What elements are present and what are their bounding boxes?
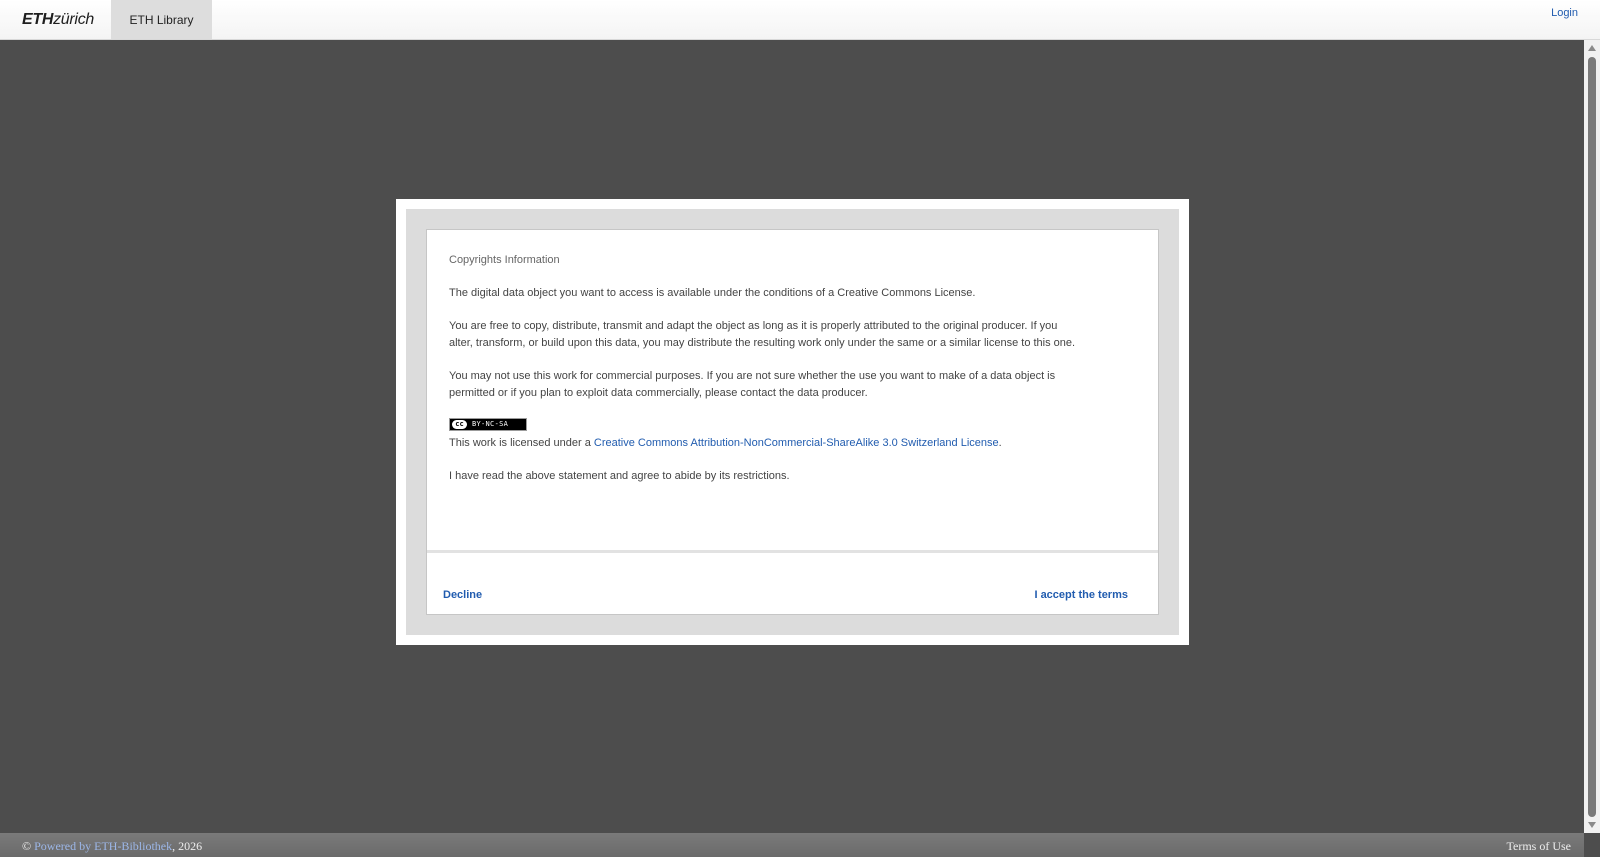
- modal-frame: Copyrights Information The digital data …: [406, 209, 1179, 635]
- copyright-modal: Copyrights Information The digital data …: [396, 199, 1189, 645]
- copyright-year: , 2026: [172, 839, 203, 853]
- login-link[interactable]: Login: [1551, 7, 1578, 19]
- cc-license-link[interactable]: Creative Commons Attribution-NonCommerci…: [594, 437, 999, 449]
- agreement-text: I have read the above statement and agre…: [449, 470, 790, 482]
- license-prefix-text: This work is licensed under a: [449, 437, 594, 449]
- scroll-up-arrow-icon[interactable]: [1588, 45, 1596, 51]
- decline-button[interactable]: Decline: [443, 589, 482, 601]
- license-suffix-text: .: [998, 437, 1002, 449]
- commercial-use-text: You may not use this work for commercial…: [449, 370, 1056, 399]
- eth-library-tab[interactable]: ETH Library: [111, 0, 212, 39]
- terms-of-use-link[interactable]: Terms of Use: [1507, 839, 1571, 854]
- logo-eth-text: ETH: [22, 11, 54, 28]
- modal-footer: Decline I accept the terms: [427, 553, 1158, 615]
- powered-by-link[interactable]: Powered by ETH-Bibliothek: [34, 839, 172, 853]
- scrollbar-thumb[interactable]: [1588, 57, 1596, 817]
- top-header: ETHzürich ETH Library Login: [0, 0, 1600, 40]
- accept-terms-button[interactable]: I accept the terms: [1034, 589, 1128, 601]
- license-intro-text: The digital data object you want to acce…: [449, 287, 976, 299]
- modal-title: Copyrights Information: [449, 254, 560, 266]
- cc-badge-text: BY-NC-SA: [472, 420, 509, 428]
- copyright-symbol: ©: [22, 839, 35, 853]
- footer-copyright: © Powered by ETH-Bibliothek, 2026: [22, 839, 202, 854]
- eth-zurich-logo[interactable]: ETHzürich: [22, 11, 94, 31]
- modal-body: Copyrights Information The digital data …: [427, 230, 1158, 550]
- cc-by-nc-sa-badge-icon[interactable]: cc BY-NC-SA: [449, 418, 527, 431]
- cc-circle-icon: cc: [452, 420, 467, 429]
- logo-zurich-text: zürich: [53, 11, 94, 28]
- page-footer: © Powered by ETH-Bibliothek, 2026 Terms …: [0, 833, 1584, 857]
- usage-rights-text: You are free to copy, distribute, transm…: [449, 320, 1076, 349]
- scroll-down-arrow-icon[interactable]: [1588, 822, 1596, 828]
- modal-content: Copyrights Information The digital data …: [426, 229, 1159, 615]
- license-statement: cc BY-NC-SA This work is licensed under a…: [449, 418, 1136, 452]
- vertical-scrollbar[interactable]: [1584, 40, 1600, 833]
